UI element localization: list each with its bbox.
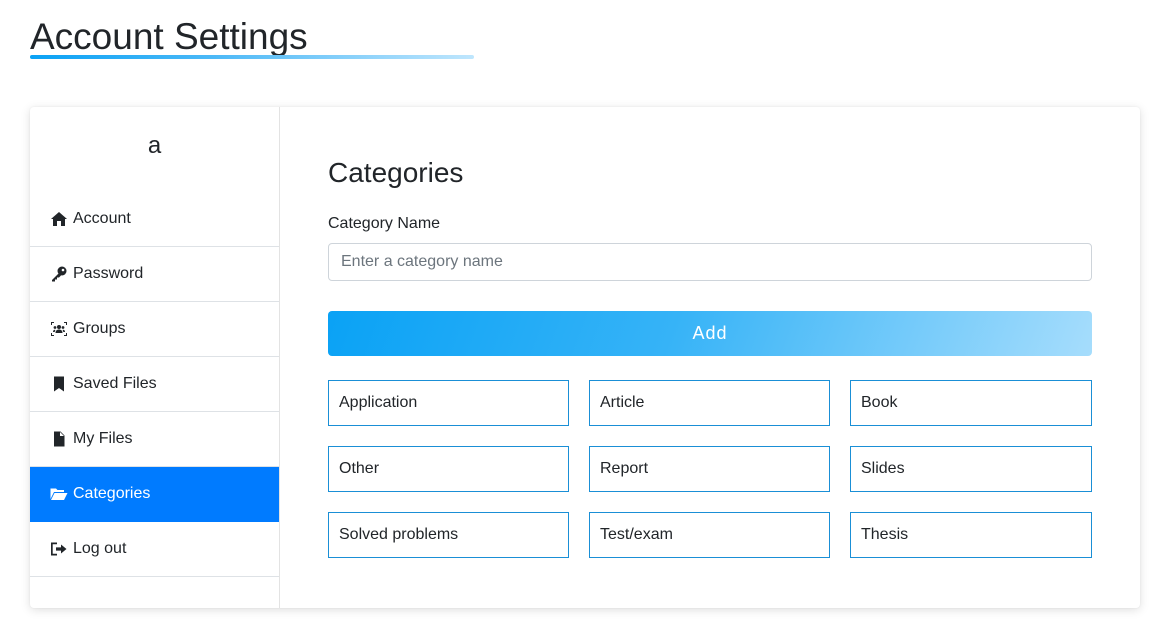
folder-open-icon <box>50 486 69 502</box>
sidebar-item-label: Account <box>73 210 131 227</box>
sidebar-item-label: Password <box>73 265 144 282</box>
sidebar-item-label: Saved Files <box>73 375 157 392</box>
sign-out-icon <box>50 541 69 557</box>
section-title: Categories <box>328 157 464 188</box>
sidebar-item-password[interactable]: Password <box>30 247 279 302</box>
category-name-label: Category Name <box>328 215 441 232</box>
category-item[interactable]: Article <box>589 380 830 426</box>
sidebar-item-categories[interactable]: Categories <box>30 467 279 522</box>
home-icon <box>50 211 69 227</box>
sidebar: a Account Password Groups Saved Files My… <box>30 107 280 608</box>
category-item[interactable]: Test/exam <box>589 512 830 558</box>
category-item[interactable]: Solved problems <box>328 512 569 558</box>
title-underline <box>30 55 474 59</box>
sidebar-item-account[interactable]: Account <box>30 192 279 247</box>
sidebar-item-label: Log out <box>73 540 127 557</box>
settings-card: a Account Password Groups Saved Files My… <box>30 107 1140 608</box>
category-item[interactable]: Other <box>328 446 569 492</box>
add-button[interactable]: Add <box>328 311 1092 356</box>
category-item[interactable]: Application <box>328 380 569 426</box>
category-item[interactable]: Thesis <box>850 512 1092 558</box>
sidebar-item-my-files[interactable]: My Files <box>30 412 279 467</box>
bookmark-icon <box>50 376 69 392</box>
sidebar-item-label: Groups <box>73 320 126 337</box>
category-item[interactable]: Slides <box>850 446 1092 492</box>
categories-panel: Categories Category Name Add Application… <box>280 107 1140 608</box>
sidebar-item-label: My Files <box>73 430 133 447</box>
page-title: Account Settings <box>30 16 308 57</box>
category-item[interactable]: Report <box>589 446 830 492</box>
file-icon <box>50 431 69 447</box>
sidebar-item-groups[interactable]: Groups <box>30 302 279 357</box>
key-icon <box>50 266 69 282</box>
sidebar-item-label: Categories <box>73 485 151 502</box>
avatar: a <box>147 131 162 159</box>
category-name-input[interactable] <box>328 243 1092 281</box>
category-item[interactable]: Book <box>850 380 1092 426</box>
sidebar-item-saved-files[interactable]: Saved Files <box>30 357 279 412</box>
sidebar-item-log-out[interactable]: Log out <box>30 522 279 577</box>
category-grid: Application Article Book Other Report Sl… <box>328 380 1092 558</box>
users-icon <box>50 321 69 337</box>
